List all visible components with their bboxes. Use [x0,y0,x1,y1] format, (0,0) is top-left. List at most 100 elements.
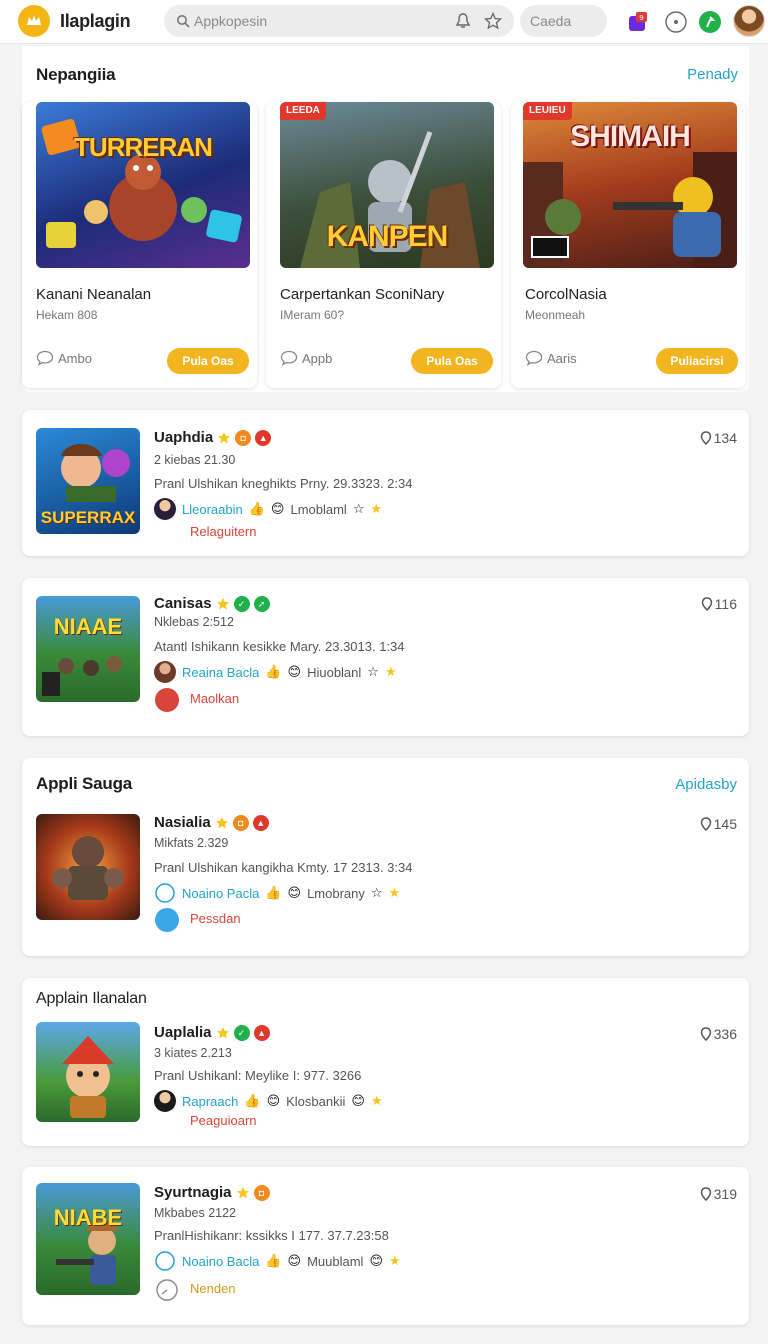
featured-card[interactable]: TURRERAN Kanani Neanalan Hekam 808 Ambo … [22,102,257,388]
secondary-search-field[interactable]: Caeda [520,5,607,37]
search-input[interactable] [194,11,414,31]
play-button[interactable]: Puliacirsi [656,348,738,374]
star-outline-icon[interactable]: ☆ [371,885,383,901]
smile-icon[interactable]: 😊 [267,1093,281,1109]
comment-count-value: 336 [713,1026,737,1042]
thumbs-up-icon[interactable]: 👍 [265,664,281,680]
smile-icon[interactable]: 😊 [369,1253,383,1269]
play-button[interactable]: Pula Oas [411,348,493,374]
game-list-item[interactable]: NIAAE Canisas ✓ ➚ Nklebas 2:512 Atantl I… [22,578,749,736]
clock-icon [156,1279,178,1301]
hot-badge-icon: ▲ [252,814,269,831]
star-filled-icon: ★ [370,1093,383,1108]
author-avatar[interactable] [154,1090,176,1112]
game-meta: Noaino Pacla 👍 😊 Lmobrany ☆ ★ [154,882,400,904]
game-stats: Nklebas 2:512 [154,615,234,629]
thumbs-up-icon[interactable]: 👍 [244,1093,260,1109]
location-pin-icon [700,1187,711,1201]
game-tag[interactable]: Nenden [190,1281,236,1296]
game-subtitle: Meonmeah [525,308,586,322]
game-tag[interactable]: Relaguitern [190,524,257,539]
location-pin-icon [700,817,711,831]
search-bar[interactable] [164,5,514,37]
comment-count[interactable]: 134 [700,430,737,446]
comment-label: Aaris [547,350,577,366]
settings-circle-icon[interactable] [664,10,688,34]
notification-badge-icon[interactable]: 9 [626,10,650,34]
author-avatar[interactable] [154,498,176,520]
tag-icon [155,688,179,712]
game-thumbnail [36,1022,140,1122]
level-badge-icon: ◘ [253,1184,270,1201]
star-icon[interactable] [484,12,502,30]
game-banner-text: SUPERRAX [40,508,136,527]
game-title: Nasialia [154,814,211,831]
comment-count[interactable]: 336 [700,1026,737,1042]
user-avatar[interactable] [733,5,765,37]
author-name[interactable]: Noaino Bacla [182,1254,259,1269]
share-badge-icon: ➚ [253,595,270,612]
thumbs-up-icon[interactable]: 👍 [265,1253,281,1269]
comment-count[interactable]: 116 [701,596,737,612]
verified-badge-icon: ✓ [233,1024,250,1041]
tag-icon [155,908,179,932]
featured-card[interactable]: KANPEN LEEDA Carpertankan SconiNary IMer… [266,102,501,388]
hot-badge-icon: ▲ [255,429,272,446]
game-name: Carpertankan SconiNary [280,286,445,303]
game-list-item[interactable]: NIABE Syurtnagia ◘ Mkbabes 2122 PranlHis… [22,1167,749,1325]
game-title-row: Canisas ✓ ➚ [154,595,270,612]
star-icon [216,1026,229,1038]
featured-see-all-link[interactable]: Penady [687,66,738,83]
author-name[interactable]: Reaina Bacla [182,665,259,680]
comment-icon [36,350,54,366]
game-thumbnail: KANPEN LEEDA [280,102,494,268]
smile-icon[interactable]: 😊 [288,664,302,680]
top-bar: Ilaplagin Caeda 9 [0,0,768,44]
search-icon [177,15,190,28]
game-list-item[interactable]: SUPERRAX Uaphdia ◘ ▲ 2 kiebas 21.30 Pran… [22,410,749,556]
section-see-all-link[interactable]: Apidasby [675,776,737,793]
app-logo-icon[interactable] [18,5,50,37]
star-outline-icon[interactable]: ☆ [367,664,379,680]
author-verified-icon[interactable] [154,1250,176,1272]
game-description: Pranl Ushikanl: Meylike I: 977. 3266 [154,1068,362,1083]
star-icon [218,431,231,443]
smile-icon[interactable]: 😊 [351,1093,365,1109]
app-title: Ilaplagin [60,11,131,31]
game-thumbnail: SUPERRAX [36,428,140,534]
comment-link[interactable]: Aaris [525,350,577,366]
smile-icon[interactable]: 😊 [288,1253,302,1269]
game-title: Syurtnagia [154,1184,232,1201]
game-tag[interactable]: Pessdan [190,911,241,926]
game-art-image [42,656,122,696]
author-avatar[interactable] [154,661,176,683]
game-tag[interactable]: Maolkan [190,691,239,706]
featured-card[interactable]: SHIMAIH LEUIEU CorcolNasia Meonmeah Aari… [511,102,746,388]
comment-count-value: 134 [713,430,737,446]
thumbs-up-icon[interactable]: 👍 [249,501,265,517]
comment-count[interactable]: 319 [700,1186,737,1202]
author-name[interactable]: Noaino Pacla [182,886,259,901]
reaction-label: Hiuoblanl [307,664,362,680]
game-subtitle: IMeram 60? [280,308,345,322]
comment-count[interactable]: 145 [700,816,737,832]
smile-icon[interactable]: 😊 [271,501,285,517]
verified-badge-icon: ✓ [233,595,250,612]
author-name[interactable]: Lleoraabin [182,502,243,517]
game-name: CorcolNasia [525,286,607,303]
game-description: Pranl Ulshikan kangikha Kmty. 17 2313. 3… [154,860,413,875]
game-tag[interactable]: Peaguioarn [190,1113,257,1128]
comment-link[interactable]: Appb [280,350,332,366]
star-outline-icon[interactable]: ☆ [353,501,365,517]
game-subtitle: Hekam 808 [36,308,98,322]
author-name[interactable]: Rapraach [182,1094,238,1109]
smile-icon[interactable]: 😊 [288,885,302,901]
game-title-row: Nasialia ◘ ▲ [154,814,269,831]
bell-icon[interactable] [454,12,472,30]
comment-link[interactable]: Ambo [36,350,92,366]
comment-label: Ambo [58,350,92,366]
play-button[interactable]: Pula Oas [167,348,249,374]
thumbs-up-icon[interactable]: 👍 [265,885,281,901]
author-verified-icon[interactable] [154,882,176,904]
share-icon[interactable] [698,10,722,34]
